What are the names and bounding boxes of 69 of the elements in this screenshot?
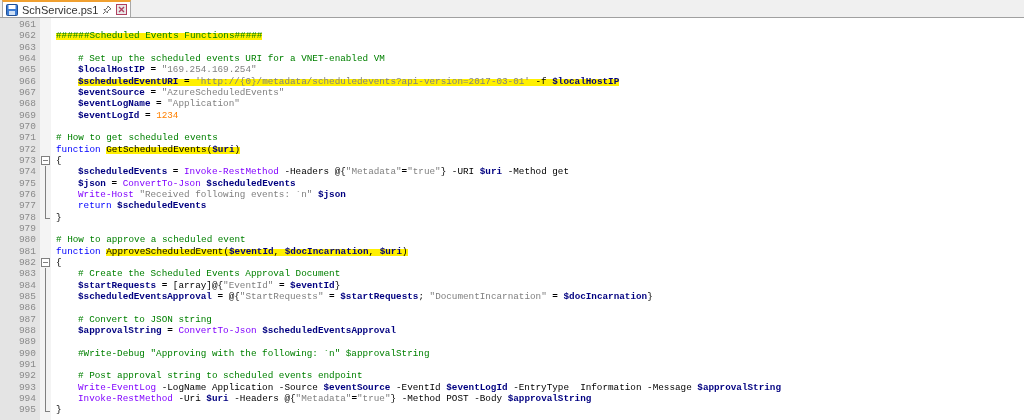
code-line: Write-EventLog -LogName Application -Source $eventSource -EventId $eventLogId -EntryType Information -Message $approvalString: [77, 381, 781, 393]
line-number: 962: [17, 30, 36, 42]
file-tab[interactable]: SchService.ps1: [2, 0, 132, 17]
code-line: {: [56, 257, 62, 269]
code-line: # Convert to JSON string: [77, 313, 212, 325]
code-line: return $scheduledEvents: [77, 200, 207, 212]
line-number: 977: [17, 200, 36, 212]
code-line: # Post approval string to scheduled events endpoint: [77, 370, 363, 382]
line-number: 988: [17, 325, 36, 336]
code-line: $eventLogName = "Application": [77, 98, 240, 110]
pin-icon[interactable]: [102, 4, 113, 15]
line-number: 979: [17, 223, 36, 235]
code-line: $eventSource = "AzureScheduledEvents": [77, 87, 285, 99]
code-line: # Set up the scheduled events URI for a VNET-enabled VM: [77, 53, 385, 65]
line-number: 973: [17, 155, 36, 167]
code-line: $startRequests = [array]@{"EventId" = $eventId}: [77, 279, 341, 291]
code-line: {: [56, 155, 62, 167]
code-line: # How to get scheduled events: [56, 132, 218, 144]
line-number: 994: [17, 393, 36, 404]
line-number: 972: [17, 143, 36, 155]
code-line: $scheduledEvents = Invoke-RestMethod -Headers @{"Metadata"="true"} -URI $uri -Method get: [77, 166, 570, 178]
code-line: function GetScheduledEvents($uri): [56, 143, 241, 155]
line-number: 989: [17, 336, 36, 348]
line-number: 987: [17, 313, 36, 325]
line-number: 971: [17, 132, 36, 144]
line-number: 978: [17, 211, 36, 223]
line-number: 965: [17, 64, 36, 76]
close-icon[interactable]: [116, 4, 128, 15]
line-number: 993: [17, 381, 36, 393]
code-line: $scheduledEventURI = 'http://{0}/metadata/scheduledevents?api-version=2017-03-01' -f $localHostIP: [77, 75, 620, 87]
line-number: 967: [17, 87, 36, 99]
line-number: 992: [17, 370, 36, 382]
line-number: 981: [17, 245, 36, 257]
code-line: $scheduledEventsApproval = @{"StartRequests" = $startRequests; "DocumentIncarnation" = $docIncarnation}: [77, 291, 653, 303]
code-line: $eventLogId = 1234: [77, 109, 179, 121]
code-line: Invoke-RestMethod -Uri $uri -Headers @{"Metadata"="true"} -Method POST -Body $approvalString: [77, 393, 592, 404]
code-line: }: [56, 404, 62, 416]
line-number: 984: [17, 279, 36, 291]
line-number: 970: [17, 121, 36, 133]
code-line: # How to approve a scheduled event: [56, 234, 246, 246]
code-line: #Write-Debug "Approving with the following: `n" $approvalString: [77, 347, 430, 359]
collapse-icon[interactable]: [41, 156, 50, 166]
collapse-icon[interactable]: [41, 258, 50, 268]
fold-end-line: [44, 404, 50, 412]
code-line: $approvalString = ConvertTo-Json $scheduledEventsApproval: [77, 325, 397, 336]
line-number: 990: [17, 347, 36, 359]
code-line: }: [56, 211, 62, 223]
line-number: 961: [17, 19, 36, 31]
line-number: 968: [17, 98, 36, 110]
line-number: 983: [17, 268, 36, 280]
code-line: $json = ConvertTo-Json $scheduledEvents: [77, 177, 296, 189]
line-number: 966: [17, 75, 36, 87]
code-line: function ApproveScheduledEvent($eventId, $docIncarnation, $uri): [56, 245, 408, 257]
code-line: # Create the Scheduled Events Approval Document: [77, 268, 341, 280]
line-number: 986: [17, 302, 36, 314]
line-number: 974: [17, 166, 36, 178]
line-number: 963: [17, 41, 36, 53]
fold-end-line: [44, 211, 50, 220]
line-number: 980: [17, 234, 36, 246]
code-line: Write-Host "Received following events: `n" $json: [77, 189, 346, 201]
line-number: 982: [17, 257, 36, 269]
code-line: $localHostIP = "169.254.169.254": [77, 64, 257, 76]
line-number: 991: [17, 359, 36, 370]
line-number: 964: [17, 53, 36, 65]
line-number: 976: [17, 189, 36, 201]
line-number: 969: [17, 109, 36, 121]
line-number: 995: [17, 404, 36, 416]
line-number: 975: [17, 177, 36, 189]
line-number: 985: [17, 291, 36, 303]
